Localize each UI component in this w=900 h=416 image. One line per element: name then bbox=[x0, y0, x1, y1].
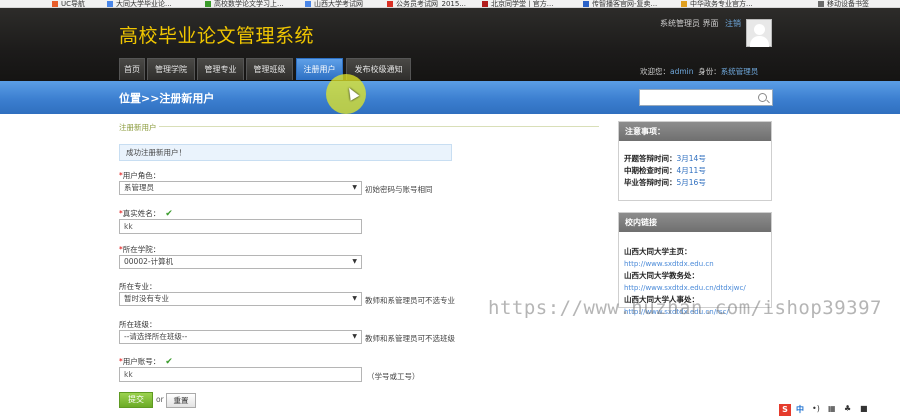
bookmark-icon bbox=[305, 1, 311, 7]
bookmark-uc[interactable]: UC导航 bbox=[52, 0, 85, 7]
or-text: or bbox=[156, 395, 164, 404]
bookmark-mobile[interactable]: 移动设备书签 bbox=[818, 0, 869, 7]
role-select[interactable]: 系管理员 ▼ bbox=[119, 181, 362, 195]
success-message: 成功注册新用户！ bbox=[119, 144, 452, 161]
site-title: 高校毕业论文管理系统 bbox=[119, 25, 315, 47]
bookmark-icon bbox=[52, 1, 58, 7]
major-select[interactable]: 暂时没有专业 ▼ bbox=[119, 292, 362, 306]
reset-button[interactable]: 重置 bbox=[166, 393, 196, 408]
account-label: *用户账号： ✔ bbox=[119, 357, 173, 367]
welcome-info: 欢迎您：admin 身份：系统管理员 bbox=[640, 67, 759, 76]
register-form: 注册新用户 成功注册新用户！ *用户角色： 系管理员 ▼ 初始密码与账号相同 *真… bbox=[117, 114, 607, 416]
class-label: 所在班级： bbox=[119, 320, 157, 329]
ime-tray: S 中 •) ▦ ♣ ■ bbox=[776, 403, 900, 416]
notice-panel-title: 注意事项： bbox=[619, 122, 771, 141]
avatar bbox=[746, 19, 772, 47]
dropdown-arrow-icon: ▼ bbox=[352, 333, 357, 340]
name-input[interactable]: kk bbox=[119, 219, 362, 234]
role-label: *用户角色： bbox=[119, 171, 161, 180]
major-hint: 教师和系管理员可不选专业 bbox=[365, 296, 455, 305]
notice-panel: 注意事项： 开题答辩时间：3月14号 中期检查时间：4月11号 毕业答辩时间：5… bbox=[618, 121, 772, 201]
bookmark-6[interactable]: 北京同学堂 | 官方... bbox=[482, 0, 553, 7]
ime-mode-icon[interactable]: 中 bbox=[796, 404, 804, 415]
notice-item: 中期检查时间：4月11号 bbox=[624, 166, 706, 175]
bookmark-icon bbox=[482, 1, 488, 7]
college-label: *所在学院： bbox=[119, 245, 161, 254]
tab-home[interactable]: 首页 bbox=[119, 58, 145, 80]
link-label: 山西大同大学主页： bbox=[624, 247, 692, 256]
user-area-label: 系统管理员 界面 bbox=[660, 19, 719, 28]
account-hint: （学号或工号） bbox=[367, 372, 420, 381]
check-icon: ✔ bbox=[165, 357, 173, 367]
bookmark-icon bbox=[107, 1, 113, 7]
links-panel: 校内链接 山西大同大学主页： http://www.sxdtdx.edu.cn … bbox=[618, 212, 772, 316]
bookmark-5[interactable]: 公务员考试网_2015... bbox=[387, 0, 466, 7]
links-panel-title: 校内链接 bbox=[619, 213, 771, 232]
class-hint: 教师和系管理员可不选班级 bbox=[365, 334, 455, 343]
bookmark-icon bbox=[681, 1, 687, 7]
search-icon[interactable] bbox=[758, 93, 767, 102]
major-label: 所在专业： bbox=[119, 282, 157, 291]
logout-link[interactable]: 注销 bbox=[725, 18, 741, 29]
role-link[interactable]: 系统管理员 bbox=[721, 67, 759, 76]
bookmark-icon bbox=[818, 1, 824, 7]
role-hint: 初始密码与账号相同 bbox=[365, 185, 433, 194]
section-divider bbox=[159, 126, 599, 127]
bookmark-7[interactable]: 传智播客官网-复卖... bbox=[583, 0, 657, 7]
account-input[interactable]: kk bbox=[119, 367, 362, 382]
name-label: *真实姓名： ✔ bbox=[119, 209, 173, 219]
submit-button[interactable]: 提交 bbox=[119, 392, 153, 408]
keyboard-icon[interactable]: ▦ bbox=[828, 404, 836, 413]
dropdown-arrow-icon: ▼ bbox=[352, 295, 357, 302]
site-header: 高校毕业论文管理系统 系统管理员 界面 注销 首页 管理学院 管理专业 管理班级… bbox=[0, 8, 900, 81]
tab-manage-class[interactable]: 管理班级 bbox=[246, 58, 293, 80]
bookmark-3[interactable]: 高校数学论文学习上... bbox=[205, 0, 284, 7]
bookmark-icon bbox=[583, 1, 589, 7]
sogou-icon[interactable]: S bbox=[779, 404, 791, 416]
search-input[interactable] bbox=[639, 89, 773, 106]
tab-manage-college[interactable]: 管理学院 bbox=[147, 58, 195, 80]
bookmark-icon bbox=[205, 1, 211, 7]
notice-item: 开题答辩时间：3月14号 bbox=[624, 154, 706, 163]
college-select[interactable]: 00002-计算机 ▼ bbox=[119, 255, 362, 269]
class-select[interactable]: --请选择所在班级-- ▼ bbox=[119, 330, 362, 344]
tab-manage-major[interactable]: 管理专业 bbox=[197, 58, 244, 80]
check-icon: ✔ bbox=[165, 209, 173, 219]
bookmark-8[interactable]: 中华政务专业官方... bbox=[681, 0, 753, 7]
toolbox-icon[interactable]: ■ bbox=[860, 404, 868, 413]
link-url[interactable]: http://www.sxdtdx.edu.cn bbox=[624, 258, 766, 270]
section-title: 注册新用户 bbox=[119, 123, 157, 132]
breadcrumb: 位置>>注册新用户 bbox=[119, 92, 215, 105]
dropdown-arrow-icon: ▼ bbox=[352, 258, 357, 265]
bookmark-icon bbox=[387, 1, 393, 7]
link-label: 山西大同大学教务处： bbox=[624, 271, 699, 280]
location-bar: 位置>>注册新用户 bbox=[0, 81, 900, 114]
watermark: https://www.huzhan.com/ishop39397 bbox=[488, 297, 882, 319]
bookmark-4[interactable]: 山西大学考试网 bbox=[305, 0, 363, 7]
dropdown-arrow-icon: ▼ bbox=[352, 184, 357, 191]
skin-icon[interactable]: ♣ bbox=[844, 404, 851, 413]
bookmark-2[interactable]: 大同大学毕业论... bbox=[107, 0, 172, 7]
username-link[interactable]: admin bbox=[670, 67, 694, 76]
punctuation-icon[interactable]: •) bbox=[812, 404, 820, 413]
bookmarks-bar: UC导航 大同大学毕业论... 高校数学论文学习上... 山西大学考试网 公务员… bbox=[0, 0, 900, 8]
notice-item: 毕业答辩时间：5月16号 bbox=[624, 178, 706, 187]
link-url[interactable]: http://www.sxdtdx.edu.cn/dtdxjwc/ bbox=[624, 282, 766, 294]
